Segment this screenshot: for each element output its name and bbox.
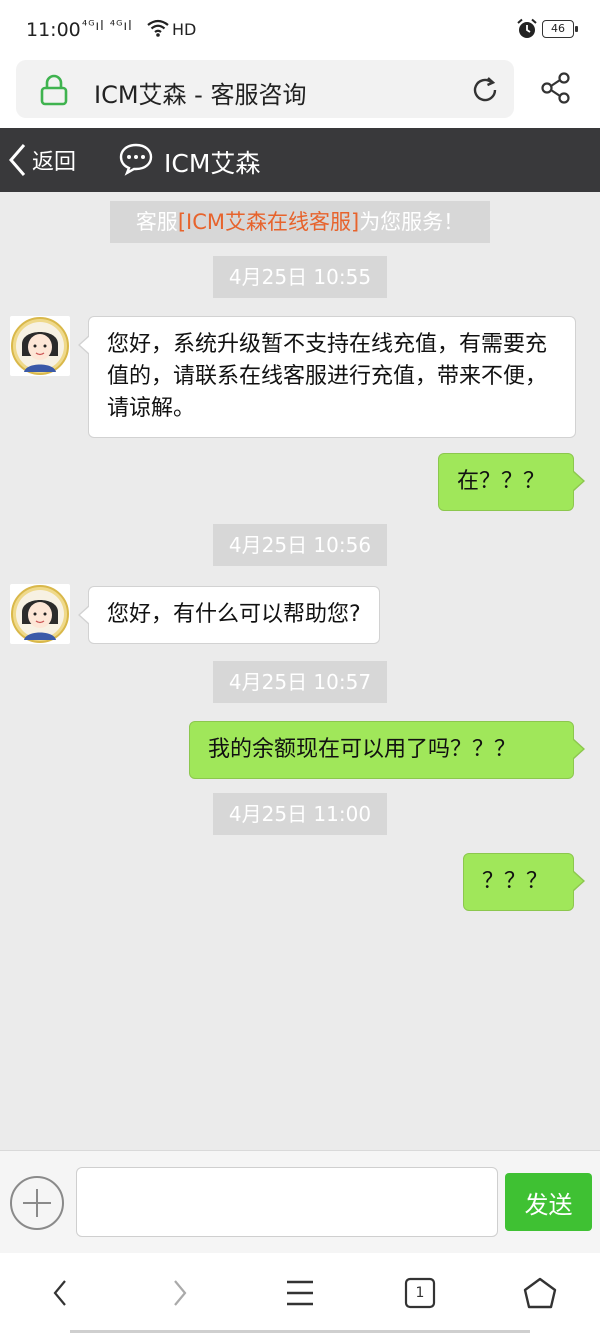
outgoing-message: 在？？？ xyxy=(438,453,585,511)
url-box[interactable]: ICM艾森 - 客服咨询 xyxy=(16,60,514,118)
tabs-button[interactable]: 1 xyxy=(398,1271,442,1315)
wifi-icon xyxy=(146,18,170,42)
browser-address-bar: ICM艾森 - 客服咨询 xyxy=(0,58,600,128)
lock-icon[interactable] xyxy=(40,74,68,110)
hd-indicator: HD xyxy=(172,20,197,39)
tabs-count: 1 xyxy=(415,1285,425,1301)
message-input[interactable] xyxy=(76,1167,498,1237)
chevron-left-icon xyxy=(53,1280,66,1306)
timestamp: 4月25日 10:56 xyxy=(213,524,387,566)
notice-service-name: [ICM艾森在线客服] xyxy=(177,210,360,234)
timestamp: 4月25日 11:00 xyxy=(213,793,387,835)
back-button[interactable]: 返回 xyxy=(8,140,76,180)
incoming-message: 您好，有什么可以帮助您? xyxy=(78,586,380,644)
chat-title: ICM艾森 xyxy=(164,149,261,178)
send-button[interactable]: 发送 xyxy=(505,1173,592,1231)
chevron-right-icon xyxy=(174,1280,187,1306)
home-icon xyxy=(523,1277,557,1309)
agent-avatar[interactable] xyxy=(10,316,70,376)
notice-prefix: 客服 xyxy=(135,210,178,234)
menu-icon xyxy=(287,1280,313,1306)
timestamp: 4月25日 10:55 xyxy=(213,256,387,298)
browser-nav-bar: 1 xyxy=(0,1253,600,1333)
alarm-icon xyxy=(516,18,538,44)
service-notice: 客服[ICM艾森在线客服]为您服务！ xyxy=(110,201,490,243)
back-label: 返回 xyxy=(32,150,77,175)
back-nav-button[interactable] xyxy=(38,1271,82,1315)
chat-header: 返回 ICM艾森 xyxy=(0,128,600,192)
add-attachment-button[interactable] xyxy=(10,1176,64,1230)
outgoing-message: 我的余额现在可以用了吗？？？ xyxy=(189,721,585,779)
page-title[interactable]: ICM艾森 - 客服咨询 xyxy=(94,75,306,110)
forward-nav-button[interactable] xyxy=(158,1271,202,1315)
message-input-bar: 发送 xyxy=(0,1150,600,1253)
status-bar: 11:00 ⁴ᴳıl ⁴ᴳıl HD 46 xyxy=(0,0,600,58)
outgoing-message: ？？？ xyxy=(463,853,585,911)
chevron-left-icon xyxy=(9,144,26,176)
reload-icon[interactable] xyxy=(470,75,500,109)
battery-icon: 46 xyxy=(542,20,578,38)
timestamp: 4月25日 10:57 xyxy=(213,661,387,703)
share-icon[interactable] xyxy=(540,72,572,108)
incoming-message: 您好，系统升级暂不支持在线充值，有需要充值的，请联系在线客服进行充值，带来不便，… xyxy=(78,316,576,438)
agent-avatar[interactable] xyxy=(10,584,70,644)
signal-icon: ⁴ᴳıl ⁴ᴳıl xyxy=(82,19,133,34)
home-button[interactable] xyxy=(518,1271,562,1315)
status-time: 11:00 xyxy=(26,19,81,41)
chat-bubble-icon xyxy=(118,142,154,180)
notice-suffix: 为您服务！ xyxy=(359,210,465,234)
menu-button[interactable] xyxy=(278,1271,322,1315)
